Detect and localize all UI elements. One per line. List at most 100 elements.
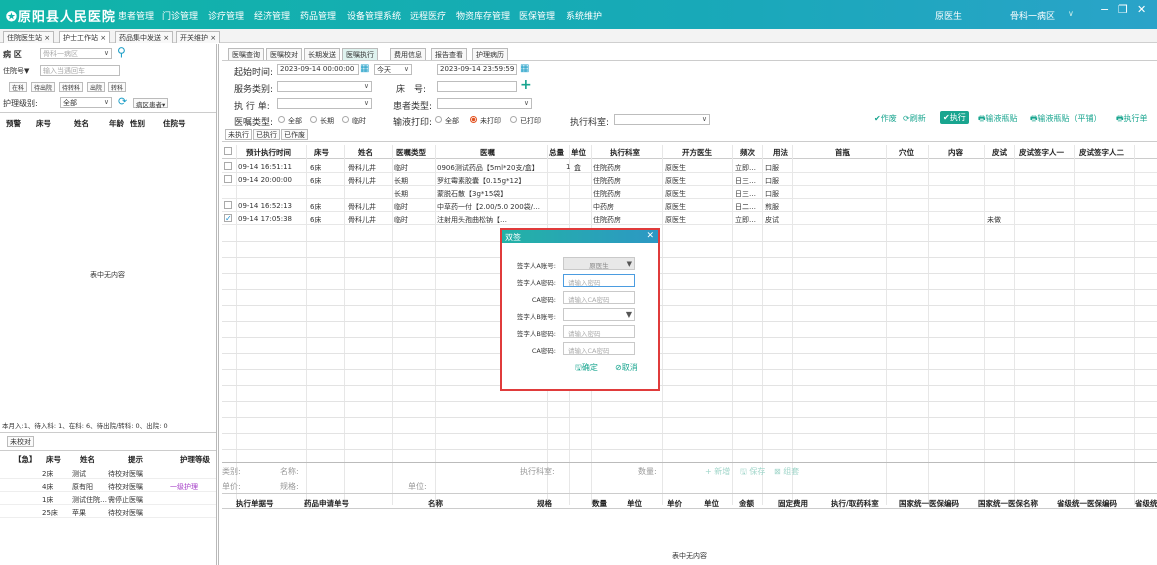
exec-sheet-button[interactable]: 🖶执行单 xyxy=(1116,113,1148,127)
radio-infusion-printed[interactable] xyxy=(510,116,517,123)
tab-doctor-station[interactable]: 住院医生站 × xyxy=(3,31,55,43)
subtab-report[interactable]: 报告查看 xyxy=(431,48,467,60)
minimize-icon[interactable]: − xyxy=(1100,3,1109,16)
radio-infusion-all[interactable] xyxy=(435,116,442,123)
row-checkbox[interactable] xyxy=(224,201,232,209)
exec-sheet-select[interactable]: ∨ xyxy=(277,98,372,109)
menu-outpatient-mgmt[interactable]: 门诊管理 xyxy=(162,9,198,22)
tab-nurse-station[interactable]: 护士工作站 × xyxy=(59,31,111,43)
bed-input[interactable] xyxy=(437,81,517,92)
save-detail-button[interactable]: 🖫 保存 xyxy=(740,466,765,480)
menu-treatment-mgmt[interactable]: 诊疗管理 xyxy=(208,9,244,22)
signer-b-password-input[interactable]: 请输入密码 xyxy=(563,325,635,338)
current-dept[interactable]: 骨科一病区 xyxy=(1010,9,1055,22)
cell-name: 骨科儿井 xyxy=(348,216,376,224)
cell-bed: 6床 xyxy=(310,164,322,172)
close-icon[interactable]: ✕ xyxy=(646,231,654,241)
row-checkbox[interactable] xyxy=(224,175,232,183)
list-item[interactable]: 25床 苹果 待校对医嘱 xyxy=(0,505,216,518)
infusion-label-button[interactable]: 🖶输液瓶贴 xyxy=(978,113,1018,127)
inpatient-no-input[interactable]: 输入当遇回车 xyxy=(40,65,120,76)
exec-dept-select[interactable]: ∨ xyxy=(614,114,710,125)
task-name: 原有阳 xyxy=(72,483,93,491)
group-set-button[interactable]: ⊠ 组套 xyxy=(774,466,799,477)
calendar-icon[interactable]: ▦ xyxy=(520,63,529,74)
close-icon[interactable]: ✕ xyxy=(1137,3,1146,16)
subtab-fee-info[interactable]: 费用信息 xyxy=(390,48,426,60)
confirm-button[interactable]: 🖫确定 xyxy=(575,362,598,376)
subtab-order-exec[interactable]: 医嘱执行 xyxy=(342,48,378,60)
radio-order-temp[interactable] xyxy=(342,116,349,123)
subtab-long-send[interactable]: 长期发送 xyxy=(304,48,340,60)
list-item[interactable]: 4床 原有阳 待校对医嘱 一级护理 xyxy=(0,479,216,492)
radio-infusion-unprinted-label: 未打印 xyxy=(480,117,501,125)
end-time-input[interactable]: 2023-09-14 23:59:59 xyxy=(437,64,517,75)
tab-unchecked[interactable]: 未校对 xyxy=(7,436,34,447)
radio-order-all[interactable] xyxy=(278,116,285,123)
add-bed-icon[interactable]: + xyxy=(520,77,532,93)
refresh-icon[interactable]: ⟳ xyxy=(118,95,127,108)
menu-insurance-mgmt[interactable]: 医保管理 xyxy=(519,9,555,22)
ward-select[interactable]: 骨科一病区 ∨ xyxy=(40,48,112,59)
select-all-checkbox[interactable] xyxy=(224,147,232,155)
execute-button[interactable]: ✔执行 xyxy=(940,111,969,124)
tab-drug-dispatch[interactable]: 药品集中发送 × xyxy=(115,31,174,43)
tab-switch-maint[interactable]: 开关维护 × xyxy=(176,31,221,43)
ward-patients-select[interactable]: 病区患者▾ xyxy=(133,98,169,109)
menu-equipment-mgmt[interactable]: 设备管理系统 xyxy=(347,9,401,22)
maximize-icon[interactable]: ❐ xyxy=(1118,3,1128,16)
status-tab-transferred[interactable]: 转科 xyxy=(108,82,127,92)
cancel-button[interactable]: ⊘取消 xyxy=(615,362,638,373)
table-row[interactable]: 长期 蒙脱石散【3g*15袋】 住院药房 原医生 日三… 口服 xyxy=(222,186,1157,199)
menu-system-maint[interactable]: 系统维护 xyxy=(566,9,602,22)
status-tab-discharged[interactable]: 出院 xyxy=(87,82,106,92)
menu-drug-mgmt[interactable]: 药品管理 xyxy=(300,9,336,22)
cell-freq: 日三… xyxy=(735,190,756,198)
day-select[interactable]: 今天 ∨ xyxy=(374,64,412,75)
current-user[interactable]: 原医生 xyxy=(935,9,962,22)
cell-doctor: 原医生 xyxy=(665,216,686,224)
table-row[interactable]: 09-14 20:00:00 6床 骨科儿井 长期 罗红霉素胶囊【0.15g*1… xyxy=(222,173,1157,186)
row-checkbox-checked[interactable]: ✓ xyxy=(224,214,232,223)
col-first-bottle: 首瓶 xyxy=(835,148,850,157)
start-time-input[interactable]: 2023-09-14 00:00:00 xyxy=(277,64,359,75)
signer-a-ca-input[interactable]: 请输入CA密码 xyxy=(563,291,635,304)
service-type-select[interactable]: ∨ xyxy=(277,81,372,92)
radio-order-long[interactable] xyxy=(310,116,317,123)
list-item[interactable]: 2床 测试 待校对医嘱 xyxy=(0,466,216,479)
void-button[interactable]: ✔作废 xyxy=(874,113,897,124)
add-detail-button[interactable]: + 新增 xyxy=(705,466,730,477)
status-tab-pending-transfer[interactable]: 待转科 xyxy=(59,82,84,92)
double-sign-dialog: 双签 ✕ 签字人A账号: 原医生 ▼ 签字人A密码: 请输入密码 CA密码: 请输… xyxy=(500,228,660,391)
patient-type-select[interactable]: ∨ xyxy=(437,98,532,109)
subtab-nursing-record[interactable]: 护理病历 xyxy=(472,48,508,60)
signer-b-account-select[interactable]: ▼ xyxy=(563,308,635,321)
menu-telemedicine[interactable]: 远程医疗 xyxy=(410,9,446,22)
subtab-order-query[interactable]: 医嘱查询 xyxy=(228,48,264,60)
signer-b-ca-input[interactable]: 请输入CA密码 xyxy=(563,342,635,355)
table-row[interactable]: 09-14 16:51:11 6床 骨科儿井 临时 0906测试药品【5ml*2… xyxy=(222,160,1157,173)
row-checkbox[interactable] xyxy=(224,162,232,170)
calendar-icon[interactable]: ▦ xyxy=(360,63,369,74)
care-level-select[interactable]: 全部 ∨ xyxy=(60,97,112,108)
status-tab-pending-discharge[interactable]: 待出院 xyxy=(31,82,56,92)
menu-inventory-mgmt[interactable]: 物资库存管理 xyxy=(456,9,510,22)
subtab-order-check[interactable]: 医嘱校对 xyxy=(266,48,302,60)
dept-dropdown-icon[interactable]: ∨ xyxy=(1068,9,1074,18)
tab-voided[interactable]: 已作废 xyxy=(281,129,308,140)
divider xyxy=(0,450,216,451)
inpatient-no-select[interactable]: 住院号▼ xyxy=(3,66,29,76)
radio-infusion-unprinted[interactable] xyxy=(470,116,477,123)
tab-unexecuted[interactable]: 未执行 xyxy=(225,129,252,140)
table-row[interactable]: ✓ 09-14 17:05:38 6床 骨科儿井 临时 注射用头孢曲松钠【… 住… xyxy=(222,212,1157,225)
refresh-button[interactable]: ⟳刷新 xyxy=(903,113,926,124)
menu-finance-mgmt[interactable]: 经济管理 xyxy=(254,9,290,22)
infusion-label-flat-button[interactable]: 🖶输液瓶贴（平铺） xyxy=(1030,113,1102,127)
search-icon[interactable]: ⚲ xyxy=(117,45,126,59)
status-tab-in-dept[interactable]: 在科 xyxy=(9,82,28,92)
table-row[interactable]: 09-14 16:52:13 6床 骨科儿井 临时 中草药一付【2.00/5.0… xyxy=(222,199,1157,212)
signer-a-password-input[interactable]: 请输入密码 xyxy=(563,274,635,287)
menu-patient-mgmt[interactable]: 患者管理 xyxy=(118,9,154,22)
tab-executed[interactable]: 已执行 xyxy=(253,129,280,140)
list-item[interactable]: 1床 测试住院… 需停止医嘱 xyxy=(0,492,216,505)
